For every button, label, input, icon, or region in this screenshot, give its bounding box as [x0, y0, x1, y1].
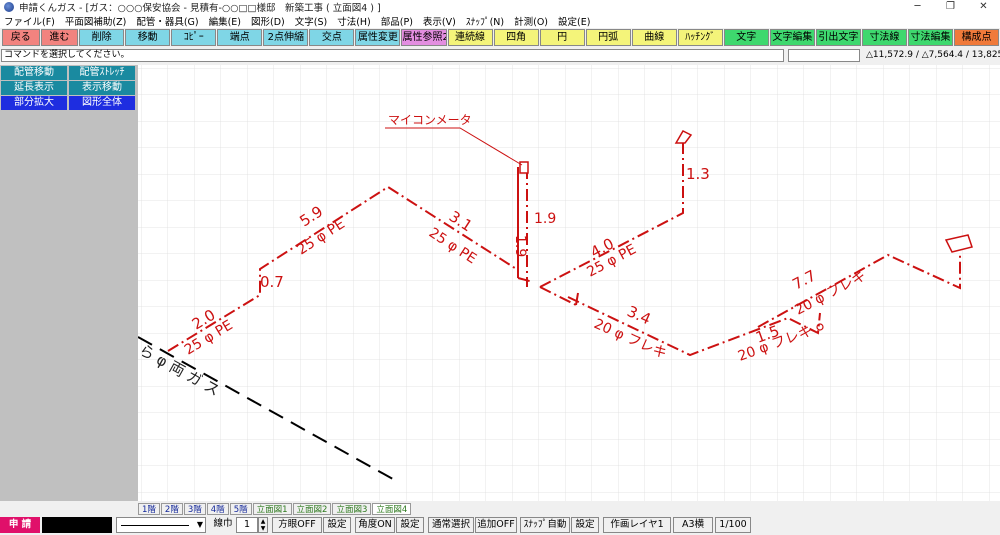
command-toolbar: 戻る 進む 削除 移動 ｺﾋﾟｰ 端点 2点伸縮 交点 属性変更 属性参照2 連… [0, 28, 1000, 47]
angle-toggle[interactable]: 角度ON [355, 517, 395, 533]
line-type-select[interactable]: ▼ [116, 517, 206, 533]
menu-measure[interactable]: 計測(O) [510, 14, 554, 28]
tab-floor-2[interactable]: 2階 [160, 503, 183, 515]
mode-indicator: 申 請 [0, 517, 40, 533]
linewidth-value[interactable]: 1 [236, 517, 258, 533]
side-panel: 配管移動 配管ｽﾄﾚｯﾁ 延長表示 表示移動 部分拡大 図形全体 [0, 65, 138, 501]
command-prompt: コマンドを選択してください。 [1, 49, 784, 62]
redo-button[interactable]: 進む [40, 29, 79, 46]
hatching-button[interactable]: ﾊｯﾁﾝｸﾞ [677, 29, 723, 46]
app-icon [4, 2, 14, 12]
window-controls: ─ ❐ ✕ [901, 0, 1000, 14]
linewidth-label: 線巾 [210, 517, 236, 533]
color-swatch[interactable] [42, 517, 112, 533]
line-sample [121, 525, 189, 526]
dimension-edit-button[interactable]: 寸法編集 [907, 29, 954, 46]
menu-snap[interactable]: ｽﾅｯﾌﾟ(N) [462, 14, 510, 28]
construction-point-button[interactable]: 構成点 [954, 29, 1000, 46]
dim-1-3: 1.3 [686, 165, 710, 183]
menu-piping[interactable]: 配管・器具(G) [132, 14, 204, 28]
attribute-change-button[interactable]: 属性変更 [355, 29, 401, 46]
selection-mode[interactable]: 通常選択 [428, 517, 474, 533]
meter-label: マイコンメータ [388, 113, 472, 127]
menu-view[interactable]: 表示(V) [419, 14, 462, 28]
endpoint-button[interactable]: 端点 [217, 29, 263, 46]
add-selection-toggle[interactable]: 追加OFF [475, 517, 517, 533]
tab-elevation-1[interactable]: 立面図1 [252, 503, 292, 515]
text-button[interactable]: 文字 [723, 29, 769, 46]
paper-size[interactable]: A3横 [673, 517, 713, 533]
tab-elevation-3[interactable]: 立面図3 [332, 503, 372, 515]
coordinate-input[interactable] [788, 49, 860, 62]
maximize-icon[interactable]: ❐ [934, 0, 967, 14]
pipe-stretch-button[interactable]: 配管ｽﾄﾚｯﾁ [69, 66, 135, 80]
tab-floor-1[interactable]: 1階 [138, 503, 160, 515]
status-bar: 申 請 ▼ 線巾 1 ▲ ▼ 方眼OFF 設定 角度ON 設定 通常選択 追加OF… [0, 515, 1000, 535]
scale[interactable]: 1/100 [715, 517, 751, 533]
menu-file[interactable]: ファイル(F) [0, 14, 61, 28]
menu-dimension[interactable]: 寸法(H) [333, 14, 377, 28]
tab-floor-5[interactable]: 5階 [229, 503, 252, 515]
linewidth-stepper[interactable]: ▲ ▼ [258, 517, 268, 533]
zoom-partial-button[interactable]: 部分拡大 [1, 96, 67, 110]
tab-elevation-4[interactable]: 立面図4 [372, 503, 412, 515]
attribute-reference-button[interactable]: 属性参照2 [401, 29, 447, 46]
copy-button[interactable]: ｺﾋﾟｰ [171, 29, 217, 46]
angle-settings-button[interactable]: 設定 [396, 517, 424, 533]
rectangle-button[interactable]: 四角 [493, 29, 539, 46]
menu-shape[interactable]: 図形(D) [247, 14, 291, 28]
polyline-button[interactable]: 連続線 [447, 29, 493, 46]
coordinate-readout: △11,572.9 / △7,564.4 / 13,825.8 [866, 50, 1000, 60]
pipe-move-button[interactable]: 配管移動 [1, 66, 67, 80]
dim-1-9-b: 1.9 [534, 211, 556, 227]
snap-settings-button[interactable]: 設定 [571, 517, 599, 533]
drawing-layer[interactable]: 作画レイヤ1 [603, 517, 671, 533]
sheet-tabs: 1階 2階 3階 4階 5階 立面図1 立面図2 立面図3 立面図4 [138, 503, 412, 515]
dimension-line-button[interactable]: 寸法線 [861, 29, 907, 46]
curve-button[interactable]: 曲線 [631, 29, 677, 46]
tab-floor-4[interactable]: 4階 [206, 503, 229, 515]
leader-text-button[interactable]: 引出文字 [815, 29, 861, 46]
menu-edit[interactable]: 編集(E) [205, 14, 247, 28]
tab-floor-3[interactable]: 3階 [183, 503, 206, 515]
circle-button[interactable]: 円 [539, 29, 585, 46]
two-point-stretch-button[interactable]: 2点伸縮 [263, 29, 309, 46]
intersection-button[interactable]: 交点 [309, 29, 355, 46]
minimize-icon[interactable]: ─ [901, 0, 934, 14]
dim-1-9-a: 1.9 [512, 235, 528, 257]
isometric-pipe-drawing[interactable]: ら φ 両 ガ ス マイコンメータ 2.0 25 φ PE 0.7 5.9 25… [138, 65, 1000, 501]
prompt-bar: コマンドを選択してください。 △11,572.9 / △7,564.4 / 13… [0, 47, 1000, 65]
arc-button[interactable]: 円弧 [585, 29, 631, 46]
move-button[interactable]: 移動 [125, 29, 171, 46]
close-icon[interactable]: ✕ [967, 0, 1000, 14]
window-title: 申請くんガス - [ガス：○○○保安協会 - 見積有-○○□□様邸 新築工事 (… [19, 3, 381, 14]
extension-display-button[interactable]: 延長表示 [1, 81, 67, 95]
display-move-button[interactable]: 表示移動 [69, 81, 135, 95]
menu-parts[interactable]: 部品(P) [377, 14, 419, 28]
text-edit-button[interactable]: 文字編集 [769, 29, 815, 46]
snap-mode[interactable]: ｽﾅｯﾌﾟ自動 [520, 517, 570, 533]
fit-all-button[interactable]: 図形全体 [69, 96, 135, 110]
title-bar: 申請くんガス - [ガス：○○○保安協会 - 見積有-○○□□様邸 新築工事 (… [0, 0, 1000, 14]
menu-bar: ファイル(F) 平面図補助(Z) 配管・器具(G) 編集(E) 図形(D) 文字… [0, 14, 1000, 28]
micom-meter-icon [519, 161, 529, 174]
delete-button[interactable]: 削除 [79, 29, 125, 46]
undo-button[interactable]: 戻る [2, 29, 40, 46]
grid-settings-button[interactable]: 設定 [323, 517, 351, 533]
menu-text[interactable]: 文字(S) [291, 14, 333, 28]
menu-plan-assist[interactable]: 平面図補助(Z) [61, 14, 132, 28]
grid-toggle[interactable]: 方眼OFF [272, 517, 322, 533]
menu-settings[interactable]: 設定(E) [554, 14, 596, 28]
dim-0-7: 0.7 [260, 273, 284, 291]
drawing-canvas[interactable]: ら φ 両 ガ ス マイコンメータ 2.0 25 φ PE 0.7 5.9 25… [138, 65, 1000, 501]
chevron-down-icon: ▼ [196, 520, 203, 529]
tab-elevation-2[interactable]: 立面図2 [292, 503, 332, 515]
